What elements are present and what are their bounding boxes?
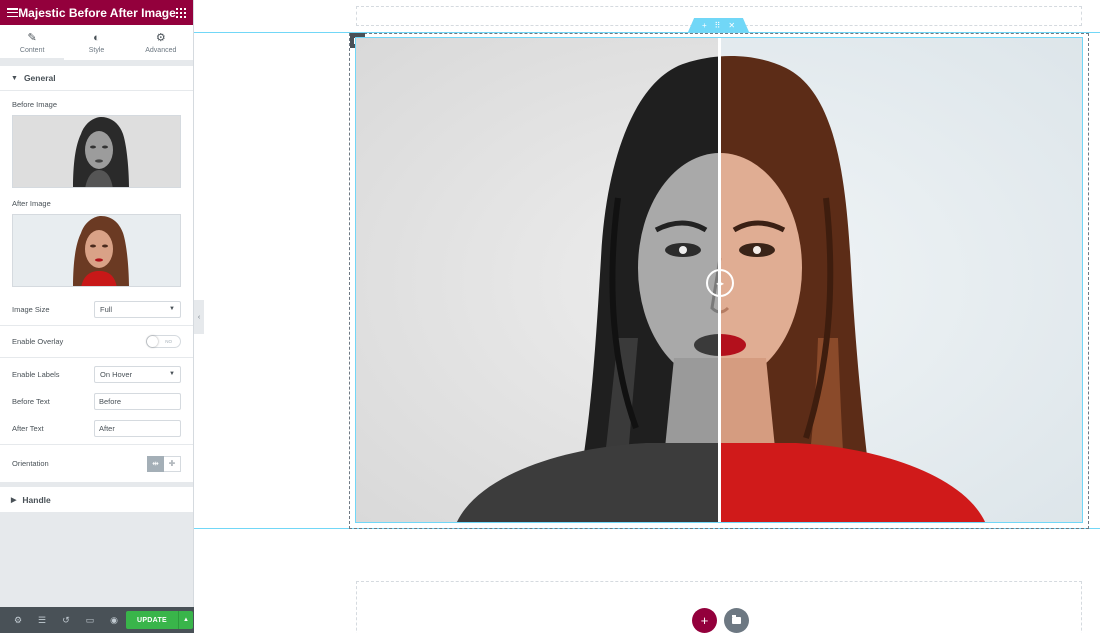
before-image-thumbnail: [13, 116, 180, 187]
delete-section-icon[interactable]: ✕: [728, 21, 735, 30]
orientation-choices: ⇹ ✛: [147, 455, 181, 472]
caret-down-icon: ▼: [11, 74, 18, 82]
after-image: [719, 38, 1082, 522]
enable-labels-control: Enable Labels On Hover ▼: [0, 358, 193, 390]
orientation-vertical-button[interactable]: ✛: [164, 455, 181, 472]
add-section-area: [356, 581, 1082, 633]
enable-overlay-label: Enable Overlay: [12, 337, 64, 346]
orientation-control: Orientation ⇹ ✛: [0, 445, 193, 482]
enable-labels-value: On Hover: [100, 369, 133, 379]
image-size-value: Full: [100, 304, 113, 314]
folder-icon: [732, 615, 741, 624]
enable-labels-select[interactable]: On Hover ▼: [94, 365, 181, 383]
image-size-control: Image Size Full ▼: [0, 293, 193, 325]
update-options-button[interactable]: ▲: [178, 611, 193, 629]
caret-right-icon: ▶: [11, 496, 17, 504]
drag-section-icon[interactable]: ⠿: [715, 21, 721, 30]
after-image-picker[interactable]: [12, 214, 181, 287]
tab-content[interactable]: ✎ Content: [0, 25, 65, 60]
add-section-icon[interactable]: +: [702, 21, 707, 30]
before-image-picker[interactable]: [12, 115, 181, 188]
comparison-handle[interactable]: ◂▸: [706, 269, 734, 297]
before-image-control: Before Image: [0, 91, 193, 188]
section-handle-title: Handle: [22, 494, 51, 505]
responsive-mode-icon[interactable]: ▭: [78, 607, 102, 633]
switch-knob: [147, 336, 158, 347]
tab-advanced[interactable]: ⚙ Advanced: [128, 25, 193, 60]
after-image-control: After Image: [0, 188, 193, 287]
enable-overlay-switch[interactable]: NO: [146, 335, 181, 348]
before-text-label: Before Text: [12, 396, 50, 406]
section-handle: ▶ Handle: [0, 487, 193, 512]
after-text-input[interactable]: After: [94, 419, 181, 437]
tab-style-label: Style: [88, 46, 105, 54]
panel-header: Majestic Before After Image: [0, 0, 193, 25]
before-text-input[interactable]: Before: [94, 392, 181, 410]
after-text-control: After Text After: [0, 412, 193, 444]
dropdown-arrow-icon: ▼: [169, 371, 175, 377]
panel-footer: ⚙ ☰ ↺ ▭ ◉ UPDATE ▲: [0, 607, 194, 633]
orientation-horizontal-button[interactable]: ⇹: [147, 455, 164, 472]
preview-eye-icon[interactable]: ◉: [102, 607, 126, 633]
add-new-section-button[interactable]: +: [692, 608, 717, 633]
editor-panel: Majestic Before After Image ✎ Content ◐ …: [0, 0, 194, 633]
enable-labels-label: Enable Labels: [12, 369, 60, 379]
panel-tabs: ✎ Content ◐ Style ⚙ Advanced: [0, 25, 193, 61]
before-image-art: [356, 38, 719, 522]
before-text-control: Before Text Before: [0, 390, 193, 412]
tab-content-label: Content: [19, 46, 45, 54]
switch-state-text: NO: [165, 339, 172, 344]
section-handle-toggle[interactable]: ▶ Handle: [0, 487, 193, 512]
horizontal-split-icon: ⇹: [152, 459, 159, 468]
menu-icon[interactable]: [7, 8, 18, 17]
plus-icon: +: [700, 613, 709, 628]
after-image-art: [719, 38, 1082, 522]
history-icon[interactable]: ↺: [54, 607, 78, 633]
add-template-button[interactable]: [724, 608, 749, 633]
gear-icon: ⚙: [155, 31, 166, 44]
pencil-icon: ✎: [27, 31, 37, 44]
after-image-label: After Image: [12, 199, 51, 208]
caret-up-icon: ▲: [183, 617, 189, 623]
tab-advanced-label: Advanced: [145, 46, 177, 54]
after-text-label: After Text: [12, 423, 44, 433]
panel-title: Majestic Before After Image: [18, 5, 176, 20]
section-general-title: General: [23, 73, 56, 83]
after-image-thumbnail: [13, 215, 180, 286]
orientation-label: Orientation: [12, 459, 49, 468]
navigator-layers-icon[interactable]: ☰: [30, 607, 54, 633]
section-general: ▼ General Before Image After Image Image…: [0, 66, 193, 482]
dropdown-arrow-icon: ▼: [169, 306, 175, 312]
update-button[interactable]: UPDATE: [126, 611, 178, 629]
before-image: [356, 38, 719, 522]
settings-icon[interactable]: ⚙: [6, 607, 30, 633]
before-image-label: Before Image: [12, 100, 58, 109]
section-handle: + ⠿ ✕: [688, 18, 749, 32]
widgets-grid-icon[interactable]: [176, 7, 186, 18]
image-size-label: Image Size: [12, 304, 50, 314]
half-circle-icon: ◐: [93, 31, 100, 44]
tab-style[interactable]: ◐ Style: [64, 25, 129, 60]
image-size-select[interactable]: Full ▼: [94, 300, 181, 318]
before-after-image-widget[interactable]: ◂▸: [355, 37, 1083, 523]
vertical-split-icon: ✛: [168, 459, 176, 468]
section-general-toggle[interactable]: ▼ General: [0, 66, 193, 91]
enable-overlay-control: Enable Overlay NO: [0, 326, 193, 357]
arrows-left-right-icon: ◂▸: [715, 278, 725, 288]
